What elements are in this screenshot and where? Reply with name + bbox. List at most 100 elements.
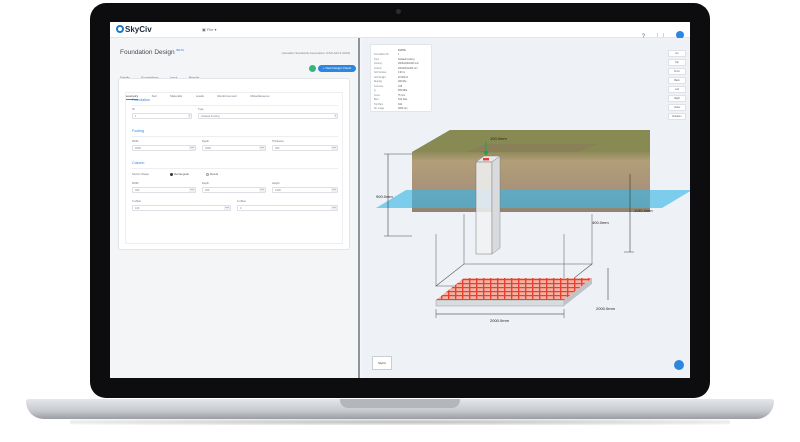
x-offset-label: X-offset: [132, 200, 141, 203]
radio-checked-icon: [170, 173, 173, 176]
column-height-input[interactable]: 1200 mm: [272, 187, 338, 193]
dim-right-height: 1150.0mm: [634, 208, 653, 213]
column-width-input[interactable]: 400 mm: [132, 187, 196, 193]
chevron-down-icon: ▾: [333, 114, 337, 118]
info-row: Foundation ID 1: [374, 54, 399, 56]
shape-round-label: Round: [210, 172, 219, 176]
info-value: N12: [398, 103, 403, 106]
unit-label: mm: [189, 188, 195, 192]
info-value: C25: [398, 85, 403, 88]
view-buttons: Iso Top Front Back Left Right Under Rota…: [668, 50, 686, 122]
shape-rectangular-radio[interactable]: Rectangular: [170, 172, 189, 176]
laptop-base-notch: [340, 399, 460, 408]
info-key: Foundation ID: [374, 54, 389, 56]
info-key: Bearing: [374, 81, 382, 83]
type-select[interactable]: Isolated Footing ▾: [198, 113, 338, 119]
footing-thickness-value: 300: [275, 147, 280, 150]
info-row: Cover 75 mm: [374, 94, 405, 97]
width-label: Width: [132, 140, 139, 143]
footing-slab: [435, 299, 565, 307]
view-top-button[interactable]: Top: [668, 59, 686, 66]
info-key: Footing: [374, 63, 382, 65]
view-back-button[interactable]: Back: [668, 77, 686, 84]
dim-side-small: 400.0mm: [592, 220, 609, 225]
shape-round-radio[interactable]: Round: [206, 172, 218, 176]
design-standard[interactable]: Canadian Standards Association (CSA A23.…: [282, 51, 350, 55]
chevron-down-icon: ▾: [187, 114, 191, 118]
chat-icon[interactable]: [674, 360, 684, 370]
type-label: Type: [198, 108, 204, 111]
info-key: Bars: [374, 99, 379, 101]
main-tabs: Details Foundations Input Results: [120, 66, 206, 82]
info-value: 18 kN/m3: [398, 76, 408, 79]
model-viewport[interactable]: 900.0mm 1150.0mm 2000.0mm 2000.0mm 100.0…: [362, 38, 690, 378]
view-left-button[interactable]: Left: [668, 86, 686, 93]
info-row: Top Bars N12: [374, 103, 402, 106]
column-depth-input[interactable]: 400 mm: [202, 187, 266, 193]
info-key: fy: [374, 90, 376, 92]
divider: [132, 136, 338, 137]
page-title-text: Foundation Design: [120, 49, 175, 57]
footing-depth-input[interactable]: 2000 mm: [202, 145, 266, 151]
info-row: Bars N12 bars: [374, 99, 407, 101]
info-value: 200 kPa: [398, 81, 407, 83]
footing-width-value: 2000: [135, 147, 141, 150]
divider: [132, 168, 338, 169]
info-row: Bearing 200 kPa: [374, 81, 406, 83]
radio-empty-icon: [206, 173, 209, 176]
info-key: Type: [374, 58, 379, 61]
info-row: Soil Weight 18 kN/m3: [374, 77, 408, 79]
info-key: Top Bars: [374, 103, 384, 106]
file-menu[interactable]: ▣ File ▾: [202, 27, 216, 32]
column: [475, 161, 493, 255]
input-card: Geometry Soil Materials Loads Reinforcem…: [118, 78, 350, 250]
info-value: N12 bars: [398, 99, 408, 101]
info-key: Dir. image: [374, 108, 385, 110]
view-front-button[interactable]: Front: [668, 68, 686, 75]
view-right-button[interactable]: Right: [668, 95, 686, 102]
info-value: 500 MPa: [398, 90, 408, 92]
info-value: 75 mm: [398, 94, 406, 97]
view-iso-button[interactable]: Iso: [668, 50, 686, 57]
height-label: Height: [272, 182, 280, 185]
info-value: 400x400x1200 mm: [398, 67, 418, 70]
top-bar: SkyCiv ▣ File ▾ ? ⋮⋮: [110, 22, 690, 40]
view-under-button[interactable]: Under: [668, 104, 686, 111]
z-offset-input[interactable]: 0 mm: [237, 205, 338, 211]
shape-rect-label: Rectangular: [174, 172, 190, 176]
new-design-check-button[interactable]: + New Design Check: [318, 65, 357, 72]
footing-width-input[interactable]: 2000 mm: [132, 145, 196, 151]
axis-orientation-cube[interactable]: SkyCiv: [372, 356, 392, 370]
info-key: Concrete: [374, 85, 384, 88]
section-shape-label: Section Shape: [132, 173, 149, 176]
view-rotation-button[interactable]: Rotation: [668, 113, 686, 120]
page-title: Foundation Design BETA: [120, 48, 184, 56]
logo[interactable]: SkyCiv: [116, 25, 152, 34]
foundation-heading: Foundation: [132, 98, 150, 102]
info-row: Dir. image 2000 mm: [374, 108, 408, 110]
footing-thickness-input[interactable]: 300 mm: [272, 145, 338, 151]
column-depth-value: 400: [205, 189, 210, 192]
info-value: 1: [398, 54, 400, 56]
unit-label: mm: [224, 206, 230, 210]
run-button[interactable]: [309, 65, 316, 72]
z-offset-value: 0: [240, 207, 242, 210]
z-offset-label: Z-offset: [237, 200, 246, 203]
logo-text: SkyCiv: [125, 25, 152, 34]
column-height-value: 1200: [275, 189, 281, 192]
info-row: Concrete C25: [374, 85, 402, 88]
file-menu-label: File: [206, 27, 214, 32]
column-heading: Column: [132, 161, 145, 165]
x-offset-input[interactable]: 100 mm: [132, 205, 231, 211]
beta-badge: BETA: [176, 48, 185, 52]
x-offset-value: 100: [135, 207, 140, 210]
info-key: Cover: [374, 94, 381, 97]
col-width-label: Width: [132, 182, 139, 185]
camera-icon: [396, 9, 401, 14]
info-key: Column: [374, 67, 382, 70]
unit-label: mm: [331, 146, 337, 150]
info-key: Soil Surface: [374, 72, 387, 74]
info-row: Footing 2000x2000x300 mm: [374, 63, 419, 65]
laptop-shadow: [70, 419, 730, 425]
id-select[interactable]: 1 ▾: [132, 113, 192, 119]
